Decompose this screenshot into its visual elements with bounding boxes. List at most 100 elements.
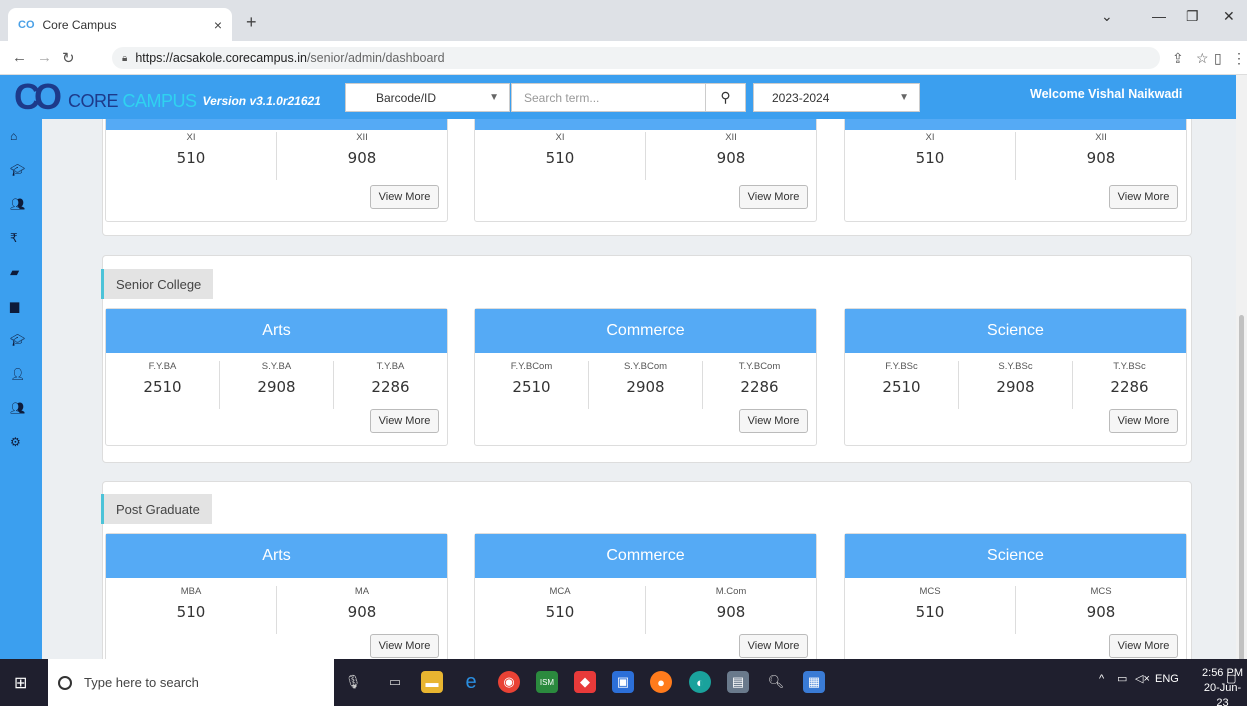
edge-legacy-icon[interactable]: e (460, 671, 482, 693)
edge-icon[interactable]: ◐ (689, 671, 711, 693)
clock-time: 2:56 PM (1202, 667, 1243, 679)
windows-start-icon[interactable]: ⊞ (14, 673, 27, 693)
search-button[interactable]: ⚲ (705, 84, 745, 111)
stat-cell: MA 908 (347, 586, 377, 621)
browser-tab[interactable]: CO Core Campus × (8, 8, 232, 41)
year-select[interactable]: 2023-2024 ▼ (753, 83, 920, 112)
calculator-icon[interactable]: ▦ (803, 671, 825, 693)
card-title: Arts (106, 309, 447, 353)
forward-icon[interactable]: → (37, 49, 52, 66)
store-icon[interactable]: ▣ (612, 671, 634, 693)
sidebar: ⌂ 🎓︎ 👥︎ ₹ ▰ ▆ 🎓︎ 👤︎ 👥︎ ⚙︎ (0, 119, 42, 659)
magnifier-icon[interactable]: 🔍︎ (765, 671, 787, 693)
clock-date: 20-Jun-23 (1203, 682, 1242, 706)
view-more-button[interactable]: View More (1109, 634, 1178, 658)
close-tab-icon[interactable]: × (214, 17, 222, 33)
stat-cell: S.Y.BCom 2908 (589, 361, 703, 409)
welcome-user[interactable]: Welcome Vishal Naikwadi (1030, 87, 1182, 101)
view-more-button[interactable]: View More (739, 409, 808, 433)
view-more-button[interactable]: View More (370, 185, 439, 209)
view-more-button[interactable]: View More (1109, 185, 1178, 209)
page-scrollbar[interactable] (1236, 75, 1247, 675)
language-indicator[interactable]: ENG (1155, 673, 1179, 685)
browser-window: CO Core Campus × + ⌄ — ❐ ✕ ← → ↻ 🔒︎ http… (0, 0, 1247, 706)
minimize-icon[interactable]: — (1152, 8, 1166, 24)
stat-cell: MBA 510 (106, 586, 277, 634)
barcode-select[interactable]: Barcode/ID ▼ (345, 83, 510, 112)
view-more-button[interactable]: View More (370, 409, 439, 433)
pg-commerce-card: Commerce MCA 510 M.Com 908 View More (474, 533, 817, 659)
card-title: Science (845, 309, 1186, 353)
stat-cell: T.Y.BSc 2286 (1110, 361, 1149, 396)
view-more-button[interactable]: View More (370, 634, 439, 658)
task-view-icon[interactable]: ▭ (384, 671, 406, 693)
stat-cell: XI 510 (106, 132, 277, 180)
stat-cell: T.Y.BCom 2286 (738, 361, 781, 396)
senior-commerce-card: Commerce F.Y.BCom 2510 S.Y.BCom 2908 T.Y.B… (474, 308, 817, 446)
pg-science-card: Science MCS 510 MCS 908 View More (844, 533, 1187, 659)
pg-arts-card: Arts MBA 510 MA 908 View More (105, 533, 448, 659)
url-host: https://acsakole.corecampus.in (135, 51, 307, 65)
tab-strip: CO Core Campus × + ⌄ — ❐ ✕ (0, 0, 1247, 41)
view-more-button[interactable]: View More (1109, 409, 1178, 433)
mic-icon[interactable]: 🎙︎ (342, 671, 364, 693)
sidebar-user-icon[interactable]: 👤︎ (0, 357, 42, 391)
section-label: Post Graduate (101, 494, 212, 524)
tab-search-icon[interactable]: ⌄ (1101, 8, 1113, 25)
chrome-icon[interactable]: ◉ (498, 671, 520, 693)
brand-logo[interactable]: CO CORE CAMPUS Version v3.1.0r21621 (14, 76, 321, 117)
firefox-icon[interactable]: ● (650, 671, 672, 693)
taskbar-clock[interactable]: 2:56 PM 20-Jun-23 (1198, 666, 1247, 706)
stat-cell: F.Y.BA 2510 (106, 361, 220, 409)
url-field[interactable]: 🔒︎ https://acsakole.corecampus.in/senior… (112, 47, 1160, 69)
restore-icon[interactable]: ❐ (1186, 8, 1199, 25)
stat-cell: S.Y.BSc 2908 (959, 361, 1073, 409)
stat-cell: XII 908 (716, 132, 746, 167)
taskbar-search[interactable]: Type here to search (48, 659, 334, 706)
stat-cell: S.Y.BA 2908 (220, 361, 334, 409)
tray-chevron-icon[interactable]: ^ (1099, 673, 1104, 685)
hs-card-1: XI 510 XII 908 View More (105, 119, 448, 222)
network-app-icon[interactable]: ▤ (727, 671, 749, 693)
sidebar-users-icon[interactable]: 👥︎ (0, 187, 42, 221)
sidebar-home-icon[interactable]: ⌂ (0, 119, 42, 153)
favicon-icon: CO (18, 18, 35, 31)
sidebar-file-icon[interactable]: ▆ (0, 289, 42, 323)
star-icon[interactable]: ☆ (1196, 50, 1209, 67)
stat-cell: MCS 908 (1086, 586, 1116, 621)
logo-mark: CO (14, 76, 62, 117)
back-icon[interactable]: ← (12, 49, 27, 66)
menu-icon[interactable]: ⋮ (1232, 50, 1246, 67)
brand-name: CORE CAMPUS (68, 90, 197, 111)
sidebar-book-icon[interactable]: ▰ (0, 255, 42, 289)
volume-muted-icon[interactable]: ◁× (1135, 672, 1150, 685)
taskbar-search-placeholder: Type here to search (84, 675, 199, 690)
reload-icon[interactable]: ↻ (62, 49, 75, 67)
sidebar-graduation-icon[interactable]: 🎓︎ (0, 153, 42, 187)
share-icon[interactable]: ⇪ (1172, 50, 1184, 67)
sidepanel-icon[interactable]: ▯ (1214, 50, 1222, 67)
search-circle-icon (58, 675, 72, 690)
address-bar-row: ← → ↻ 🔒︎ https://acsakole.corecampus.in /… (0, 41, 1247, 75)
new-tab-button[interactable]: + (246, 12, 257, 33)
sidebar-users-icon-2[interactable]: 👥︎ (0, 391, 42, 425)
view-more-button[interactable]: View More (739, 185, 808, 209)
senior-science-card: Science F.Y.BSc 2510 S.Y.BSc 2908 T.Y.BSc 2… (844, 308, 1187, 446)
anydesk-icon[interactable]: ◆ (574, 671, 596, 693)
card-title: Science (845, 534, 1186, 578)
stat-cell: F.Y.BSc 2510 (845, 361, 959, 409)
close-window-icon[interactable]: ✕ (1223, 8, 1235, 25)
file-explorer-icon[interactable]: ▬ (421, 671, 443, 693)
chevron-down-icon: ▼ (899, 92, 909, 103)
notifications-icon[interactable]: ▢ (1226, 672, 1236, 685)
ism-app-icon[interactable]: ISM (536, 671, 558, 693)
network-icon[interactable]: ▭ (1117, 672, 1127, 685)
sidebar-cogs-icon[interactable]: ⚙︎ (0, 425, 42, 459)
senior-arts-card: Arts F.Y.BA 2510 S.Y.BA 2908 T.Y.BA 2286 Vi… (105, 308, 448, 446)
sidebar-graduation-icon-2[interactable]: 🎓︎ (0, 323, 42, 357)
search-input[interactable]: Search term... (512, 91, 705, 105)
scrollbar-thumb[interactable] (1239, 315, 1244, 675)
version-label: Version v3.1.0r21621 (202, 94, 321, 108)
view-more-button[interactable]: View More (739, 634, 808, 658)
sidebar-rupee-icon[interactable]: ₹ (0, 221, 42, 255)
